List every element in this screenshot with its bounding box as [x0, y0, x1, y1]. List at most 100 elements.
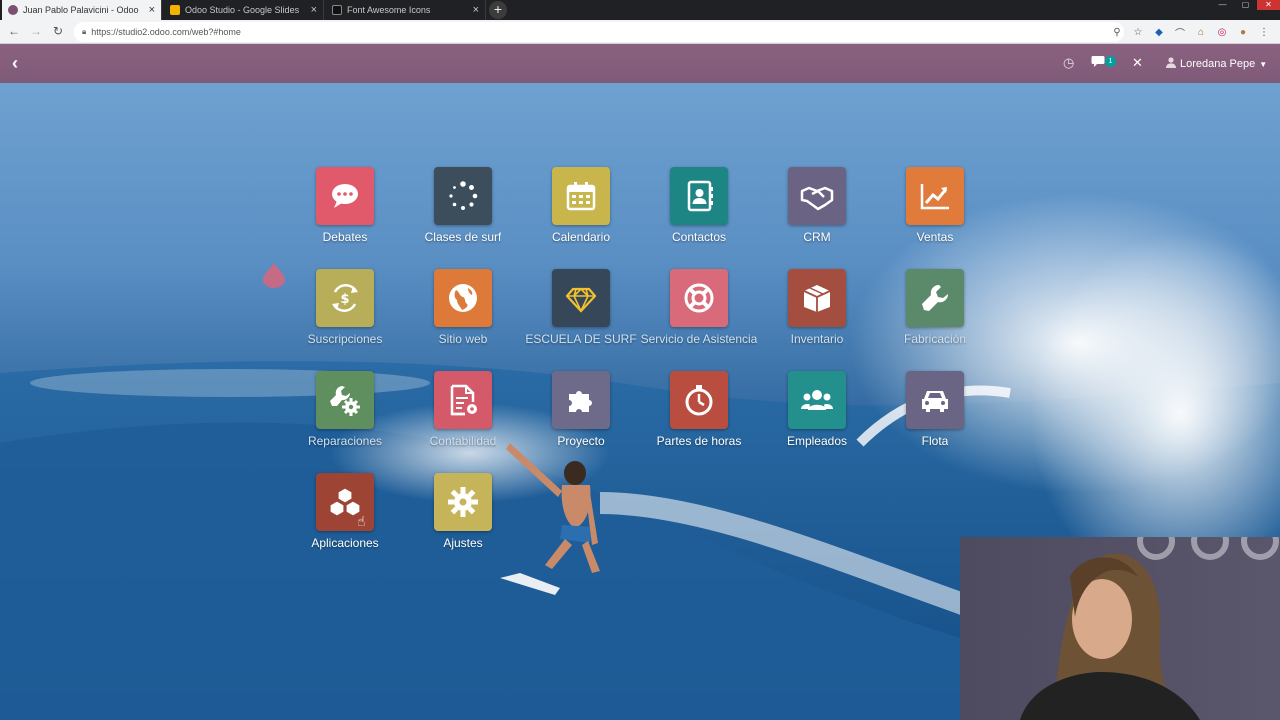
close-icon[interactable]: ×	[311, 4, 317, 16]
app-label: ESCUELA DE SURF	[525, 332, 637, 346]
document-gear-icon	[450, 384, 477, 416]
app-tile[interactable]	[434, 167, 492, 225]
app-contactos[interactable]: Contactos	[640, 167, 758, 263]
app-tile[interactable]	[316, 371, 374, 429]
app-empleados[interactable]: Empleados	[758, 371, 876, 467]
app-debates[interactable]: Debates	[286, 167, 404, 263]
maximize-icon[interactable]: ▢	[1234, 0, 1257, 10]
app-label: Calendario	[551, 230, 611, 244]
app-tile[interactable]	[434, 269, 492, 327]
odoo-favicon-icon	[8, 5, 18, 15]
browser-menu-icon[interactable]: ⋮	[1258, 27, 1270, 38]
tab-title: Odoo Studio - Google Slides	[185, 5, 300, 15]
forward-arrow-icon[interactable]: →	[28, 24, 44, 38]
browser-tab-fontawesome[interactable]: Font Awesome Icons ×	[326, 0, 486, 20]
activity-clock-icon[interactable]: ◷	[1063, 55, 1074, 71]
app-tile[interactable]	[906, 269, 964, 327]
app-label: Fabricación	[903, 332, 967, 346]
diamond-icon	[565, 287, 597, 313]
app-tile[interactable]	[670, 167, 728, 225]
wrench-icon	[922, 284, 949, 311]
app-tile[interactable]	[788, 269, 846, 327]
minimize-icon[interactable]: —	[1211, 0, 1234, 10]
zoom-icon[interactable]: ⚲	[1111, 27, 1123, 38]
bookmark-star-icon[interactable]: ☆	[1132, 27, 1144, 38]
calendar-icon	[566, 182, 596, 211]
app-tile[interactable]	[316, 167, 374, 225]
app-tile[interactable]	[670, 269, 728, 327]
caret-down-icon: ▼	[1259, 59, 1268, 69]
browser-tab-slides[interactable]: Odoo Studio - Google Slides ×	[164, 0, 324, 20]
app-tile[interactable]	[552, 269, 610, 327]
app-crm[interactable]: CRM	[758, 167, 876, 263]
app-fabricacion[interactable]: Fabricación	[876, 269, 994, 365]
close-icon[interactable]: ×	[473, 4, 479, 16]
app-label: Reparaciones	[307, 434, 383, 448]
window-close-icon[interactable]: ✕	[1257, 0, 1280, 10]
webcam-overlay	[960, 537, 1280, 720]
app-ajustes[interactable]: Ajustes	[404, 473, 522, 569]
app-label: Inventario	[790, 332, 844, 346]
browser-tab-odoo[interactable]: Juan Pablo Palavicini - Odoo ×	[2, 0, 162, 20]
browser-toolbar-icons: ⚲ ☆ ◆ ⌒ ⌂ ◎ ● ⋮	[1111, 25, 1270, 40]
app-tile[interactable]	[906, 167, 964, 225]
app-flota[interactable]: Flota	[876, 371, 994, 467]
window-controls: — ▢ ✕	[1211, 0, 1280, 10]
app-reparaciones[interactable]: Reparaciones	[286, 371, 404, 467]
user-name: Loredana Pepe	[1180, 58, 1256, 70]
app-calendario[interactable]: Calendario	[522, 167, 640, 263]
app-proyecto[interactable]: Proyecto	[522, 371, 640, 467]
tab-title: Font Awesome Icons	[347, 5, 431, 15]
lock-icon: 🔒︎	[82, 27, 87, 36]
extension-icon[interactable]: ⌂	[1195, 27, 1207, 38]
app-label: Proyecto	[557, 434, 605, 448]
stopwatch-icon	[685, 385, 713, 416]
app-label: Suscripciones	[307, 332, 383, 346]
app-tile[interactable]	[670, 371, 728, 429]
app-suscripciones[interactable]: $ Suscripciones	[286, 269, 404, 365]
extension-icon[interactable]: ⌒	[1174, 25, 1186, 40]
app-tile[interactable]	[552, 371, 610, 429]
user-menu[interactable]: Loredana Pepe ▼	[1166, 57, 1267, 71]
slides-favicon-icon	[170, 5, 180, 15]
wrench-gear-icon	[330, 386, 360, 416]
app-inventario[interactable]: Inventario	[758, 269, 876, 365]
address-book-icon	[687, 180, 713, 212]
extension-icon[interactable]: ◎	[1216, 27, 1228, 38]
close-studio-icon[interactable]: ✕	[1132, 55, 1143, 71]
app-tile[interactable]	[434, 473, 492, 531]
app-tile[interactable]	[434, 371, 492, 429]
app-label: Contactos	[671, 230, 727, 244]
back-chevron-icon[interactable]: ‹	[12, 53, 18, 74]
app-label: CRM	[803, 230, 831, 244]
new-tab-button[interactable]: +	[489, 1, 507, 19]
app-label: Partes de horas	[656, 434, 742, 448]
close-icon[interactable]: ×	[149, 4, 155, 16]
browser-tab-strip: Juan Pablo Palavicini - Odoo × Odoo Stud…	[0, 0, 1280, 20]
app-partes-de-horas[interactable]: Partes de horas	[640, 371, 758, 467]
app-aplicaciones[interactable]: Aplicaciones	[286, 473, 404, 569]
app-ventas[interactable]: Ventas	[876, 167, 994, 263]
app-label: Clases de surf	[424, 230, 502, 244]
app-label: Aplicaciones	[311, 536, 379, 550]
url-field[interactable]: 🔒︎ https://studio2.odoo.com/web?#home	[74, 22, 1124, 42]
app-label: Ventas	[916, 230, 954, 244]
box-icon	[803, 285, 831, 312]
reload-icon[interactable]: ↻	[50, 24, 66, 38]
app-tile[interactable]: $	[316, 269, 374, 327]
app-contabilidad[interactable]: Contabilidad	[404, 371, 522, 467]
extension-icon[interactable]: ◆	[1153, 27, 1165, 38]
app-sitio-web[interactable]: Sitio web	[404, 269, 522, 365]
chat-icon[interactable]	[1091, 55, 1105, 71]
back-arrow-icon[interactable]: ←	[6, 24, 22, 38]
app-label: Ajustes	[443, 536, 483, 550]
app-tile[interactable]	[552, 167, 610, 225]
app-tile[interactable]	[906, 371, 964, 429]
profile-avatar-icon[interactable]: ●	[1237, 27, 1249, 38]
app-servicio-de-asistencia[interactable]: Servicio de Asistencia	[640, 269, 758, 365]
app-tile[interactable]	[788, 371, 846, 429]
app-escuela-de-surf[interactable]: ESCUELA DE SURF	[522, 269, 640, 365]
app-tile[interactable]	[788, 167, 846, 225]
chat-bubble-icon	[332, 184, 358, 208]
app-clases-de-surf[interactable]: Clases de surf	[404, 167, 522, 263]
